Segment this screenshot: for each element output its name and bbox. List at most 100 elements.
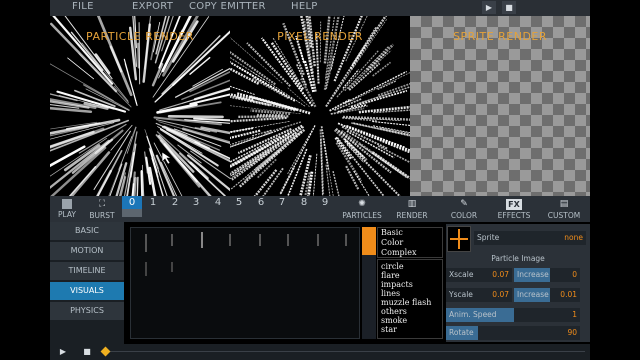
custom-button[interactable]: ▤ CUSTOM bbox=[544, 196, 584, 222]
sprite-crosshair-icon bbox=[450, 229, 468, 249]
emitter-slot-7[interactable]: 7 bbox=[272, 196, 292, 209]
render-label: RENDER bbox=[396, 211, 428, 220]
effects-label: EFFECTS bbox=[497, 211, 531, 220]
book-icon: ▥ bbox=[407, 199, 417, 209]
nav-visuals[interactable]: VISUALS bbox=[50, 282, 124, 300]
fx-icon: FX bbox=[506, 199, 522, 210]
style-flare[interactable]: flare bbox=[381, 271, 400, 280]
custom-label: CUSTOM bbox=[547, 211, 581, 220]
transport-bar: ▶ ■ bbox=[50, 344, 590, 360]
timeline-mark bbox=[287, 234, 289, 246]
document-icon: ▤ bbox=[559, 199, 569, 209]
playhead-diamond-icon[interactable] bbox=[100, 346, 111, 357]
nav-physics[interactable]: PHYSICS bbox=[50, 302, 124, 320]
timeline-mark bbox=[259, 234, 261, 246]
play-label: PLAY bbox=[57, 210, 76, 219]
anim-speed-slider[interactable]: Anim. Speed 1 bbox=[446, 308, 580, 322]
timeline-track[interactable] bbox=[105, 351, 585, 352]
nav-timeline[interactable]: TIMELINE bbox=[50, 262, 124, 280]
particle-render-panel[interactable]: PARTICLE RENDER bbox=[50, 16, 230, 196]
properties-panel: Sprite none Particle Image Xscale 0.07 I… bbox=[446, 224, 590, 342]
play-button[interactable]: PLAY bbox=[54, 196, 80, 222]
anim-speed-value: 1 bbox=[572, 310, 577, 319]
rotate-value: 90 bbox=[567, 328, 577, 337]
particles-button[interactable]: ✺ PARTICLES bbox=[340, 196, 384, 222]
effects-button[interactable]: FX EFFECTS bbox=[494, 196, 534, 222]
type-scroll-indicator[interactable] bbox=[362, 227, 376, 255]
timeline-mark bbox=[145, 234, 147, 252]
particle-type-list: Basic Color Complex bbox=[377, 227, 443, 258]
xscale-increase-label: Increase bbox=[517, 270, 549, 279]
type-complex[interactable]: Complex bbox=[381, 248, 416, 257]
emitter-slot-0[interactable]: 0 bbox=[122, 196, 142, 209]
particle-style-list: circle flare impacts lines muzzle flash … bbox=[377, 259, 443, 339]
sprite-field[interactable]: Sprite none bbox=[474, 231, 586, 245]
panel-title-sprite: SPRITE RENDER bbox=[452, 30, 548, 43]
emitter-slot-9[interactable]: 9 bbox=[315, 196, 335, 209]
pixel-render-panel[interactable]: PIXEL RENDER bbox=[230, 16, 410, 196]
burst-button[interactable]: ⛶ BURST bbox=[88, 196, 116, 222]
timeline-mark bbox=[171, 234, 173, 246]
menu-help[interactable]: HELP bbox=[291, 1, 318, 12]
particle-timeline[interactable] bbox=[130, 227, 360, 339]
timeline-play-icon[interactable]: ▶ bbox=[56, 346, 70, 358]
sprite-value: none bbox=[564, 233, 583, 242]
xscale-field[interactable]: Xscale 0.07 bbox=[446, 268, 512, 282]
sprite-label: Sprite bbox=[477, 233, 500, 242]
emitter-slot-4[interactable]: 4 bbox=[208, 196, 228, 209]
style-impacts[interactable]: impacts bbox=[381, 280, 413, 289]
timeline-stop-icon[interactable]: ■ bbox=[80, 346, 94, 358]
xscale-label: Xscale bbox=[449, 270, 474, 279]
panel-title-pixel: PIXEL RENDER bbox=[277, 30, 363, 43]
sprite-preview[interactable] bbox=[447, 226, 471, 252]
brush-icon: ✎ bbox=[460, 199, 468, 209]
xscale-value: 0.07 bbox=[492, 270, 509, 279]
nav-motion[interactable]: MOTION bbox=[50, 242, 124, 260]
pixel-burst-graphic bbox=[230, 16, 410, 196]
rotate-slider[interactable]: Rotate 90 bbox=[446, 326, 580, 340]
panel-title-particle: PARTICLE RENDER bbox=[86, 30, 194, 43]
render-button[interactable]: ▥ RENDER bbox=[392, 196, 432, 222]
type-color[interactable]: Color bbox=[381, 238, 403, 247]
rotate-label: Rotate bbox=[449, 328, 474, 337]
emitter-slot-8[interactable]: 8 bbox=[294, 196, 314, 209]
yscale-increase-field[interactable]: Increase 0.01 bbox=[514, 288, 580, 302]
nav-basic[interactable]: BASIC bbox=[50, 222, 124, 240]
yscale-increase-label: Increase bbox=[517, 290, 549, 299]
stop-icon[interactable]: ■ bbox=[502, 1, 516, 14]
color-button[interactable]: ✎ COLOR bbox=[446, 196, 482, 222]
emitter-slot-3[interactable]: 3 bbox=[186, 196, 206, 209]
menu-file[interactable]: FILE bbox=[72, 1, 94, 12]
anim-speed-label: Anim. Speed bbox=[449, 310, 497, 319]
timeline-mark bbox=[145, 262, 147, 276]
emitter-slot-2[interactable]: 2 bbox=[165, 196, 185, 209]
square-icon bbox=[62, 199, 72, 209]
sprite-render-panel[interactable]: SPRITE RENDER bbox=[410, 16, 590, 196]
menu-export[interactable]: EXPORT bbox=[132, 1, 173, 12]
menu-copy-emitter[interactable]: COPY EMITTER bbox=[189, 1, 266, 12]
emitter-slot-5[interactable]: 5 bbox=[229, 196, 249, 209]
emitter-slot-1[interactable]: 1 bbox=[143, 196, 163, 209]
active-slot-indicator bbox=[122, 209, 142, 217]
xscale-increase-field[interactable]: Increase 0 bbox=[514, 268, 580, 282]
yscale-label: Yscale bbox=[449, 290, 473, 299]
menu-bar: FILE EXPORT COPY EMITTER HELP ▶ ■ bbox=[50, 0, 590, 16]
style-muzzle-flash[interactable]: muzzle flash bbox=[381, 298, 431, 307]
particle-burst-graphic bbox=[50, 16, 230, 196]
style-lines[interactable]: lines bbox=[381, 289, 400, 298]
style-others[interactable]: others bbox=[381, 307, 407, 316]
color-label: COLOR bbox=[450, 211, 478, 220]
emitter-slot-6[interactable]: 6 bbox=[251, 196, 271, 209]
timeline-mark bbox=[201, 232, 203, 248]
xscale-increase-value: 0 bbox=[572, 270, 577, 279]
style-scroll-track[interactable] bbox=[362, 255, 376, 339]
style-smoke[interactable]: smoke bbox=[381, 316, 407, 325]
yscale-field[interactable]: Yscale 0.07 bbox=[446, 288, 512, 302]
particles-label: PARTICLES bbox=[342, 211, 382, 220]
style-circle[interactable]: circle bbox=[381, 262, 404, 271]
yscale-increase-value: 0.01 bbox=[560, 290, 577, 299]
type-basic[interactable]: Basic bbox=[381, 228, 403, 237]
play-icon[interactable]: ▶ bbox=[482, 1, 496, 14]
mouse-cursor-icon bbox=[161, 151, 172, 165]
style-star[interactable]: star bbox=[381, 325, 397, 334]
